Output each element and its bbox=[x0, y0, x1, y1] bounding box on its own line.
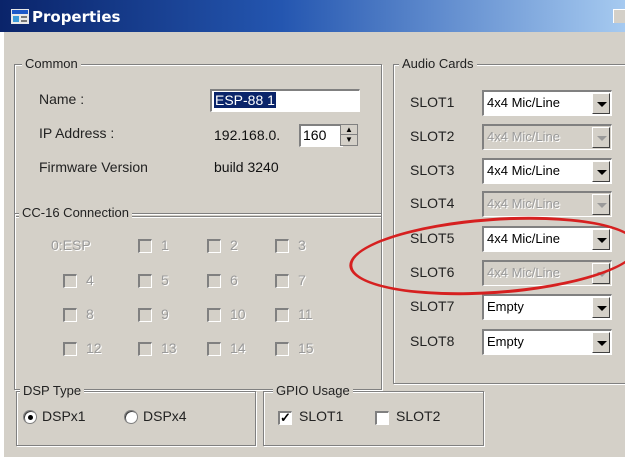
chevron-down-icon[interactable] bbox=[592, 127, 610, 148]
slot4-value: 4x4 Mic/Line bbox=[487, 196, 560, 211]
dsp-x4-label[interactable]: DSPx4 bbox=[143, 408, 187, 424]
cc16-label-12: 12 bbox=[86, 340, 102, 356]
cc16-checkbox-5[interactable] bbox=[138, 274, 152, 288]
spin-down-icon[interactable]: ▼ bbox=[341, 135, 357, 145]
slot7-select[interactable]: Empty bbox=[482, 294, 612, 320]
slot8-select[interactable]: Empty bbox=[482, 329, 612, 355]
cc16-label-8: 8 bbox=[86, 306, 94, 322]
cc16-legend: CC-16 Connection bbox=[19, 205, 132, 220]
ip-address-label: IP Address : bbox=[39, 125, 115, 141]
title-bar[interactable]: Properties bbox=[0, 0, 625, 32]
cc16-checkbox-9[interactable] bbox=[138, 308, 152, 322]
cc16-checkbox-2[interactable] bbox=[207, 239, 221, 253]
dsp-type-legend: DSP Type bbox=[20, 383, 85, 398]
cc16-label-6: 6 bbox=[230, 272, 238, 288]
name-label: Name : bbox=[39, 91, 85, 107]
name-field[interactable]: ESP-88 1 bbox=[210, 89, 360, 112]
slot2-value: 4x4 Mic/Line bbox=[487, 129, 560, 144]
chevron-down-icon[interactable] bbox=[592, 93, 610, 114]
dsp-x1-label[interactable]: DSPx1 bbox=[42, 408, 86, 424]
gpio-slot1-label[interactable]: SLOT1 bbox=[299, 408, 343, 424]
gpio-usage-group: GPIO Usage bbox=[263, 383, 484, 446]
chevron-down-icon[interactable] bbox=[592, 161, 610, 182]
cc16-checkbox-11[interactable] bbox=[275, 308, 289, 322]
window-title: Properties bbox=[32, 8, 121, 26]
cc16-checkbox-8[interactable] bbox=[63, 308, 77, 322]
gpio-slot1-checkbox[interactable] bbox=[278, 410, 292, 426]
slot2-select[interactable]: 4x4 Mic/Line bbox=[482, 124, 612, 150]
chevron-down-icon[interactable] bbox=[592, 297, 610, 318]
dsp-x1-radio[interactable] bbox=[23, 410, 37, 424]
slot3-value: 4x4 Mic/Line bbox=[487, 163, 560, 178]
slot4-select[interactable]: 4x4 Mic/Line bbox=[482, 191, 612, 217]
cc16-label-4: 4 bbox=[86, 272, 94, 288]
ip-last-octet-field[interactable]: 160 bbox=[299, 124, 343, 147]
dialog-client-area: Common Name : ESP-88 1 IP Address : 192.… bbox=[4, 32, 625, 457]
gpio-slot2-label[interactable]: SLOT2 bbox=[396, 408, 440, 424]
slot7-label: SLOT7 bbox=[410, 298, 455, 314]
chevron-down-icon[interactable] bbox=[592, 263, 610, 284]
cc16-label-7: 7 bbox=[298, 272, 306, 288]
cc16-label-1: 1 bbox=[161, 237, 169, 253]
properties-window-icon bbox=[11, 9, 29, 24]
slot6-label: SLOT6 bbox=[410, 264, 455, 280]
cc16-label-5: 5 bbox=[161, 272, 169, 288]
chevron-down-icon[interactable] bbox=[592, 332, 610, 353]
cc16-checkbox-4[interactable] bbox=[63, 274, 77, 288]
firmware-value: build 3240 bbox=[214, 159, 279, 175]
slot3-label: SLOT3 bbox=[410, 162, 455, 178]
slot4-label: SLOT4 bbox=[410, 195, 455, 211]
cc16-label-9: 9 bbox=[161, 306, 169, 322]
slot5-value: 4x4 Mic/Line bbox=[487, 231, 560, 246]
slot1-label: SLOT1 bbox=[410, 94, 455, 110]
slot2-label: SLOT2 bbox=[410, 128, 455, 144]
cc16-checkbox-12[interactable] bbox=[63, 342, 77, 356]
title-bar-button[interactable] bbox=[613, 9, 625, 23]
gpio-slot2-checkbox[interactable] bbox=[375, 411, 389, 425]
chevron-down-icon[interactable] bbox=[592, 229, 610, 250]
ip-prefix: 192.168.0. bbox=[214, 127, 281, 143]
ip-spinner[interactable]: ▲ ▼ bbox=[340, 124, 358, 146]
slot5-label: SLOT5 bbox=[410, 230, 455, 246]
ip-last-octet-value: 160 bbox=[303, 127, 327, 143]
cc16-checkbox-3[interactable] bbox=[275, 239, 289, 253]
cc16-label-10: 10 bbox=[230, 306, 246, 322]
common-legend: Common bbox=[22, 56, 81, 71]
gpio-usage-legend: GPIO Usage bbox=[273, 383, 353, 398]
cc16-checkbox-13[interactable] bbox=[138, 342, 152, 356]
cc16-label-11: 11 bbox=[298, 306, 313, 322]
chevron-down-icon[interactable] bbox=[592, 194, 610, 215]
esp-label: 0:ESP bbox=[51, 237, 91, 253]
slot8-value: Empty bbox=[487, 334, 524, 349]
slot6-value: 4x4 Mic/Line bbox=[487, 265, 560, 280]
audio-cards-legend: Audio Cards bbox=[399, 56, 477, 71]
cc16-checkbox-10[interactable] bbox=[207, 308, 221, 322]
slot6-select[interactable]: 4x4 Mic/Line bbox=[482, 260, 612, 286]
cc16-label-3: 3 bbox=[298, 237, 306, 253]
cc16-checkbox-1[interactable] bbox=[138, 239, 152, 253]
cc16-label-14: 14 bbox=[230, 340, 246, 356]
cc16-checkbox-6[interactable] bbox=[207, 274, 221, 288]
dsp-x4-radio[interactable] bbox=[124, 410, 138, 424]
slot7-value: Empty bbox=[487, 299, 524, 314]
firmware-label: Firmware Version bbox=[39, 159, 148, 175]
cc16-label-15: 15 bbox=[298, 340, 314, 356]
slot3-select[interactable]: 4x4 Mic/Line bbox=[482, 158, 612, 184]
cc16-label-13: 13 bbox=[161, 340, 177, 356]
slot5-select[interactable]: 4x4 Mic/Line bbox=[482, 226, 612, 252]
cc16-checkbox-7[interactable] bbox=[275, 274, 289, 288]
slot1-select[interactable]: 4x4 Mic/Line bbox=[482, 90, 612, 116]
cc16-label-2: 2 bbox=[230, 237, 238, 253]
cc16-checkbox-15[interactable] bbox=[275, 342, 289, 356]
name-value: ESP-88 1 bbox=[214, 92, 276, 108]
slot1-value: 4x4 Mic/Line bbox=[487, 95, 560, 110]
cc16-checkbox-14[interactable] bbox=[207, 342, 221, 356]
spin-up-icon[interactable]: ▲ bbox=[341, 125, 357, 135]
slot8-label: SLOT8 bbox=[410, 333, 455, 349]
